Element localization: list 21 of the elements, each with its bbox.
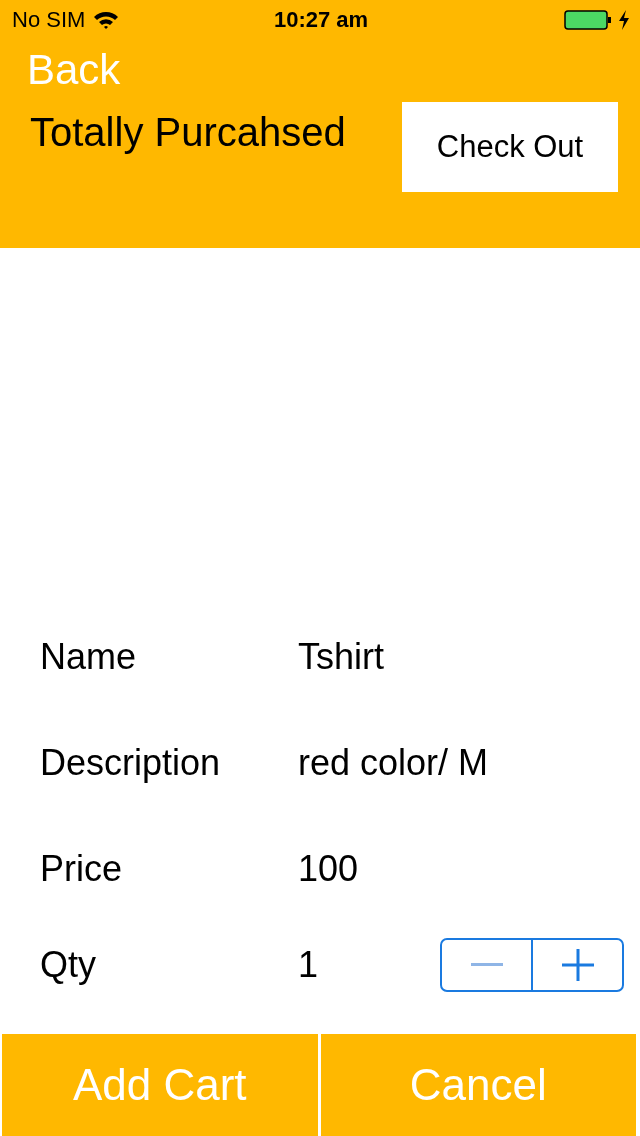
field-label: Qty: [40, 944, 97, 986]
plus-icon: [561, 949, 594, 981]
field-label: Description: [40, 742, 222, 784]
add-cart-button[interactable]: Add Cart: [2, 1034, 318, 1136]
field-value: Tshirt: [298, 636, 385, 678]
charging-bolt-icon: [618, 10, 630, 30]
field-value: red color/ M: [298, 742, 490, 784]
field-label: Name: [40, 636, 138, 678]
field-label: Price: [40, 848, 124, 890]
cancel-button[interactable]: Cancel: [320, 1034, 636, 1136]
quantity-stepper[interactable]: [440, 938, 624, 992]
wifi-icon: [93, 10, 120, 30]
field-value: 1: [298, 944, 320, 986]
back-button[interactable]: Back: [27, 44, 121, 96]
battery-icon: [564, 10, 612, 30]
minus-icon: [470, 963, 503, 967]
field-value: 100: [298, 848, 360, 890]
screen-title: Totally Purcahsed: [30, 110, 346, 155]
clock-time: 10:27 am: [273, 7, 369, 33]
carrier-label: No SIM: [12, 7, 86, 33]
check-out-button[interactable]: Check Out: [402, 102, 618, 192]
